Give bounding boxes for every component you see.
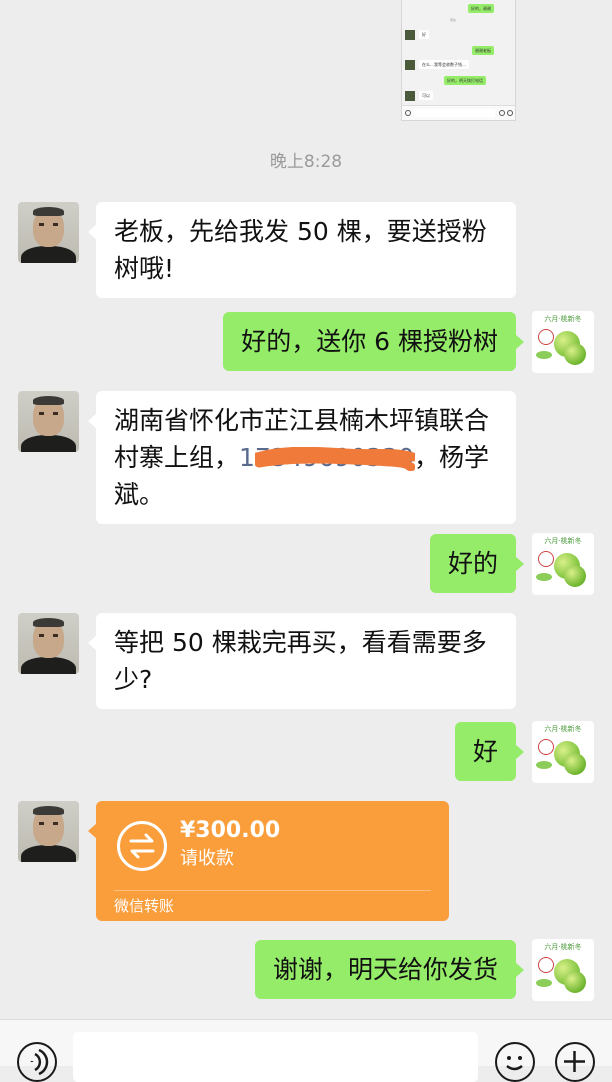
message-text: 好的，送你 6 棵授粉树: [241, 327, 498, 356]
thumb-voice-icon: [405, 110, 411, 116]
incoming-message[interactable]: 等把 50 棵栽完再买，看看需要多少?: [88, 613, 516, 709]
outgoing-message[interactable]: 好的: [429, 534, 525, 593]
thumb-bubble: 在么…我等会收数子钱…: [419, 60, 469, 69]
thumb-bubble: 好: [419, 30, 429, 39]
message-text: 好的: [447, 549, 498, 578]
transfer-amount: ¥300.00: [180, 818, 281, 843]
thumb-avatar: [405, 60, 415, 70]
outgoing-message[interactable]: 好的，送你 6 棵授粉树: [223, 312, 524, 371]
thumb-input-bar: [402, 105, 515, 120]
contact-avatar[interactable]: [18, 613, 79, 674]
thumb-bubble: 好的，谢谢: [468, 4, 494, 13]
screenshot-thumbnail[interactable]: 好的，谢谢 现在 好 谢谢老板 在么…我等会收数子钱… 好的，明天拨打电话 可以: [401, 0, 516, 121]
incoming-message[interactable]: 老板，先给我发 50 棵，要送授粉树哦!: [88, 202, 516, 298]
avatar-caption: 六月·桃新冬: [544, 943, 582, 951]
self-avatar[interactable]: 六月·桃新冬: [532, 939, 594, 1001]
contact-avatar[interactable]: [18, 391, 79, 452]
input-bar: [0, 1019, 612, 1082]
thumb-emoji-icon: [499, 110, 505, 116]
transfer-icon: [117, 821, 167, 871]
transfer-footer: 微信转账: [114, 897, 175, 915]
thumb-time: 现在: [450, 18, 457, 22]
thumb-plus-icon: [507, 110, 513, 116]
transfer-label: 请收款: [180, 848, 234, 869]
thumb-bubble: 好的，明天拨打电话: [444, 76, 486, 85]
avatar-caption: 六月·桃新冬: [544, 315, 582, 323]
message-text: 谢谢，明天给你发货: [272, 955, 498, 984]
thumb-bubble: 谢谢老板: [472, 46, 494, 55]
message-text: 好: [472, 737, 498, 766]
self-avatar[interactable]: 六月·桃新冬: [532, 311, 594, 373]
thumb-avatar: [405, 30, 415, 40]
contact-avatar[interactable]: [18, 202, 79, 263]
voice-icon[interactable]: [17, 1042, 57, 1082]
thumb-bubble: 可以: [419, 91, 433, 100]
message-input[interactable]: [73, 1032, 478, 1082]
avatar-caption: 六月·桃新冬: [544, 537, 582, 545]
plus-icon[interactable]: [555, 1042, 595, 1082]
emoji-icon[interactable]: [495, 1042, 535, 1082]
divider: [114, 890, 431, 891]
self-avatar[interactable]: 六月·桃新冬: [532, 721, 594, 783]
timestamp: 晚上8:28: [269, 152, 343, 172]
avatar-caption: 六月·桃新冬: [544, 725, 582, 733]
thumb-avatar: [405, 91, 415, 101]
redaction-scribble: [255, 447, 415, 471]
outgoing-message[interactable]: 好: [454, 722, 525, 781]
message-text: 等把 50 棵栽完再买，看看需要多少?: [114, 628, 487, 694]
self-avatar[interactable]: 六月·桃新冬: [532, 533, 594, 595]
message-text: 老板，先给我发 50 棵，要送授粉树哦!: [114, 217, 487, 283]
outgoing-message[interactable]: 谢谢，明天给你发货: [254, 940, 525, 999]
contact-avatar[interactable]: [18, 801, 79, 862]
transfer-card[interactable]: ¥300.00 请收款 微信转账: [88, 801, 449, 921]
thumb-input: [414, 109, 495, 117]
